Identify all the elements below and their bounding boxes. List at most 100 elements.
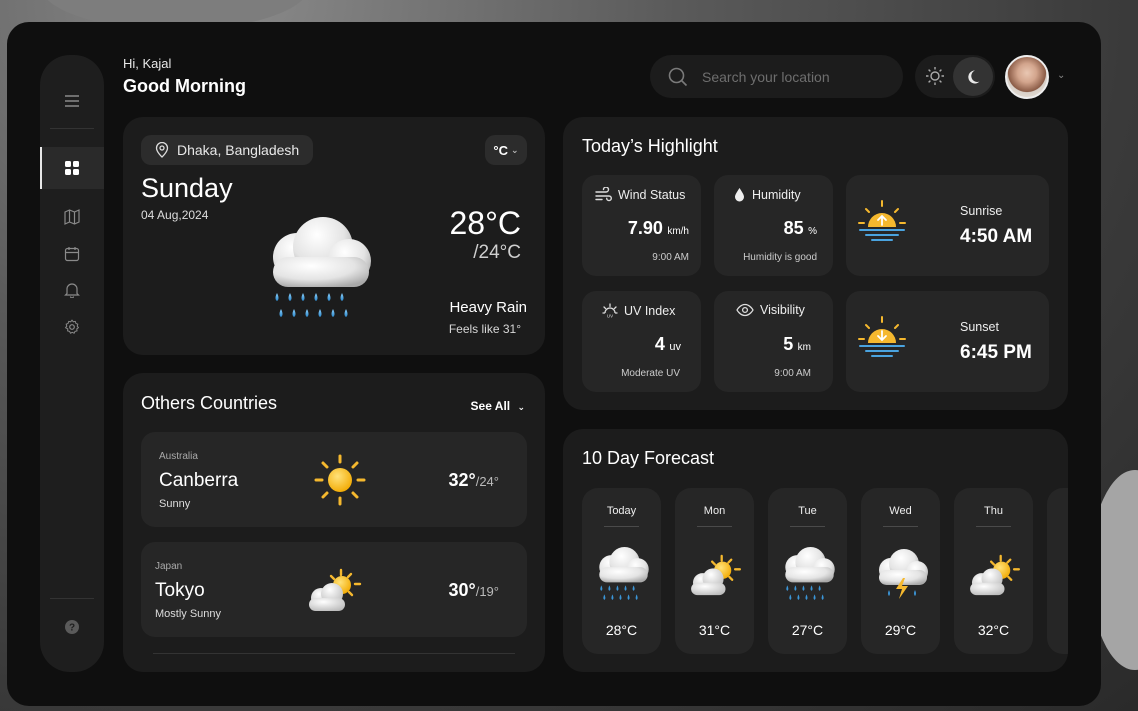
calendar-icon [64,247,80,262]
sidebar-divider [50,128,94,129]
condition-label: Heavy Rain [449,299,527,316]
sidebar-item-map[interactable] [40,203,104,231]
current-temp: 28°C [449,205,522,241]
other-countries-card: Others Countries See All ⌄ Australia Can… [123,373,545,672]
search-icon [668,67,688,86]
forecast-card: 10 Day Forecast Today 28°C Mon 31°C Tue [563,429,1068,672]
tile-header: Humidity [734,187,801,202]
current-weather-card: Dhaka, Bangladesh °C ⌄ Sunday 04 Aug,202… [123,117,545,355]
tile-label: Humidity [752,187,801,202]
location-pin-icon [155,142,169,158]
forecast-temp: 27°C [791,622,824,638]
dashboard-icon [65,161,79,175]
sunset-tile: Sunset 6:45 PM [846,291,1049,392]
temperature-range: 32°/24° [448,470,499,491]
theme-toggle-knob [953,57,993,96]
see-all-label: See All [470,399,511,413]
forecast-day[interactable]: Thu 32°C [954,488,1033,654]
help-button[interactable]: ? [40,613,104,641]
rain-cloud-icon [599,547,649,600]
tile-label: Sunrise [960,204,1003,218]
forecast-day-partial[interactable] [1047,488,1068,654]
moon-icon [968,69,980,83]
bell-icon [64,283,80,298]
chevron-down-icon[interactable]: ⌄ [1057,70,1065,81]
sunset-icon [858,316,906,357]
divider [697,526,732,527]
sidebar-item-settings[interactable] [40,313,104,341]
sunrise-icon [858,200,906,241]
sidebar-item-dashboard[interactable] [40,154,104,182]
sun-icon [314,454,366,506]
forecast-temp: 31°C [698,622,731,638]
svg-text:UV: UV [607,314,613,319]
tile-note: 9:00 AM [774,368,811,379]
sun-outline-icon [926,67,944,85]
list-item[interactable]: Japan Tokyo Mostly Sunny 30°/19° [141,542,527,637]
tile-note: Humidity is good [743,252,817,263]
list-item[interactable]: Australia Canberra Sunny 32°/24° [141,432,527,527]
low-temp: /24° [475,474,499,489]
divider [604,526,639,527]
tile-value: 7.90 km/h [628,218,689,239]
wind-unit: km/h [667,226,689,237]
divider [883,526,918,527]
greeting-title: Good Morning [123,76,246,96]
high-temp: 30° [448,580,476,600]
search-bar[interactable] [650,55,903,98]
location-pill[interactable]: Dhaka, Bangladesh [141,135,314,165]
tile-header: UV UV Index [602,303,675,318]
search-input[interactable] [702,68,882,85]
tile-note: Moderate UV [621,368,680,379]
chevron-down-icon: ⌄ [517,402,525,412]
uv-sun-icon: UV [602,303,618,318]
wind-icon [595,187,612,202]
humidity-value: 85 [783,218,804,238]
sidebar-item-notifications[interactable] [40,276,104,304]
tile-header: Visibility [736,303,805,317]
tile-value: 4 uv [655,334,681,355]
list-divider [153,653,515,654]
unit-dropdown[interactable]: °C ⌄ [485,135,527,165]
section-title: 10 Day Forecast [582,448,715,468]
rain-cloud-icon [785,547,835,600]
forecast-temp: 29°C [884,622,917,638]
city-label: Canberra [159,470,239,491]
low-temp: /19° [475,584,499,599]
partly-cloudy-icon [970,554,1021,596]
forecast-temp: 32°C [977,622,1010,638]
sidebar-item-calendar[interactable] [40,240,104,268]
rain-cloud-icon [273,217,371,317]
high-temp: 32° [448,470,476,490]
day-name: Sunday [141,173,233,203]
sunrise-tile: Sunrise 4:50 AM [846,175,1049,276]
map-icon [64,209,80,225]
see-all-button[interactable]: See All ⌄ [471,399,525,413]
avatar[interactable] [1005,55,1049,99]
forecast-day-label: Wed [889,505,912,517]
partly-cloudy-icon [691,554,742,596]
tile-label: UV Index [624,303,676,318]
forecast-day-label: Thu [984,505,1003,517]
forecast-day-label: Today [606,505,637,517]
theme-toggle[interactable] [915,55,995,98]
location-label: Dhaka, Bangladesh [177,142,300,158]
thunderstorm-icon [879,549,928,599]
svg-text:?: ? [69,623,75,634]
forecast-day[interactable]: Tue 27°C [768,488,847,654]
date-label: 04 Aug,2024 [141,208,209,222]
sunrise-time: 4:50 AM [960,226,1033,247]
forecast-day[interactable]: Today 28°C [582,488,661,654]
condition-label: Sunny [159,498,191,510]
low-temp: /24°C [473,242,521,263]
feels-like-label: Feels like 31° [448,322,521,336]
country-label: Japan [155,561,183,572]
tile-note: 9:00 AM [652,252,689,263]
forecast-day[interactable]: Wed 29°C [861,488,940,654]
section-title: Today’s Highlight [582,136,718,156]
divider [790,526,825,527]
menu-icon[interactable] [40,87,104,115]
gear-icon [64,319,80,334]
forecast-day[interactable]: Mon 31°C [675,488,754,654]
wind-value: 7.90 [627,218,663,238]
